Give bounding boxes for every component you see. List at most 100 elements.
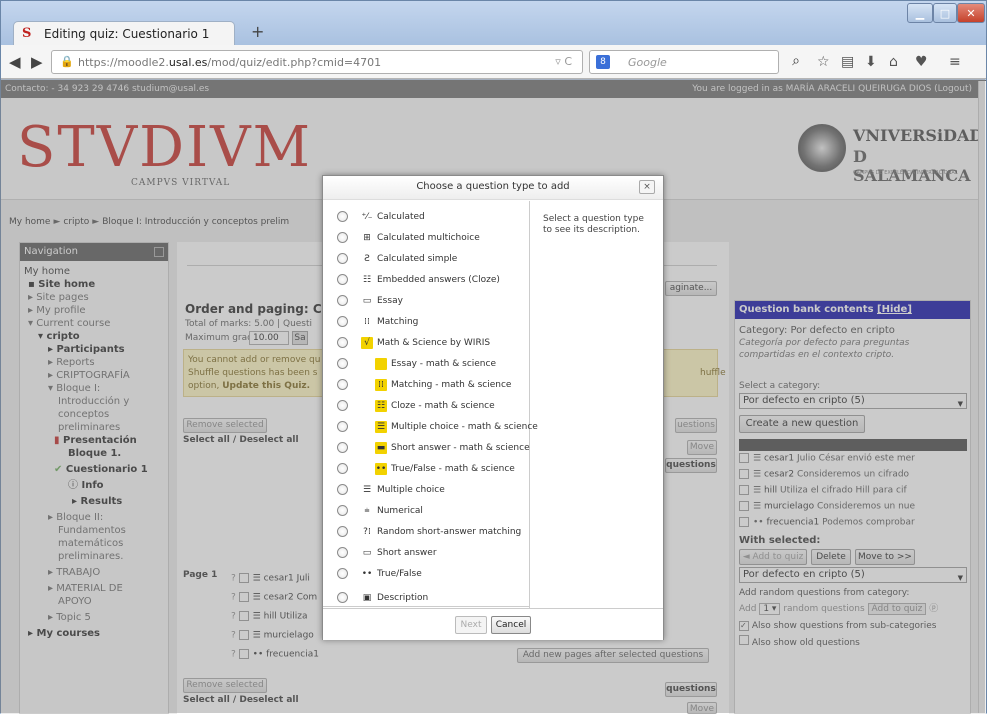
radio-button[interactable] xyxy=(337,442,348,453)
option-label: Matching - math & science xyxy=(391,380,512,390)
next-button[interactable]: Next xyxy=(455,616,487,634)
bookmark-star-icon[interactable]: ☆ xyxy=(817,54,830,70)
home-icon[interactable]: ⌂ xyxy=(889,54,898,70)
option-label: Cloze - math & science xyxy=(391,401,495,411)
option-label: Matching xyxy=(377,317,419,327)
question-type-option[interactable]: ▭ Essay xyxy=(323,291,530,312)
radio-button[interactable] xyxy=(337,592,348,603)
radio-button[interactable] xyxy=(337,232,348,243)
cloze-icon: ☷ xyxy=(362,275,372,285)
radio-button[interactable] xyxy=(337,505,348,516)
radio-button[interactable] xyxy=(337,547,348,558)
forward-arrow-icon[interactable]: ▶ xyxy=(31,53,43,71)
tab-title: Editing quiz: Cuestionario 1 xyxy=(44,26,210,41)
new-tab-icon[interactable]: + xyxy=(251,22,264,41)
question-type-option[interactable]: ⁺⁄₋ Calculated xyxy=(323,207,530,228)
question-type-option[interactable]: ⁞⁞ Matching - math & science xyxy=(323,375,530,396)
option-label: True/False xyxy=(377,569,422,579)
option-label: Essay xyxy=(377,296,403,306)
studium-favicon-icon: S xyxy=(22,25,32,41)
description-icon: ▣ xyxy=(362,593,372,603)
radio-button[interactable] xyxy=(337,337,348,348)
shortanswer-ms-icon: ▬ xyxy=(375,442,387,454)
url-prefix: https://moodle2. xyxy=(78,56,169,69)
question-type-option[interactable]: ?⁞ Random short-answer matching xyxy=(323,522,530,543)
reading-list-icon[interactable]: ▤ xyxy=(841,54,854,70)
close-icon[interactable]: × xyxy=(639,180,655,194)
back-arrow-icon[interactable]: ◀ xyxy=(9,53,21,71)
question-type-option[interactable]: Essay - math & science xyxy=(323,354,530,375)
radio-button[interactable] xyxy=(337,379,348,390)
cloze-ms-icon: ☷ xyxy=(375,400,387,412)
essay-icon: ▭ xyxy=(362,296,372,306)
question-type-option[interactable]: ☰ Multiple choice xyxy=(323,480,530,501)
menu-icon[interactable]: ≡ xyxy=(949,54,961,70)
reload-icon[interactable]: ▿ C xyxy=(555,55,572,68)
radio-button[interactable] xyxy=(337,211,348,222)
radio-button[interactable] xyxy=(337,358,348,369)
radio-button[interactable] xyxy=(337,274,348,285)
option-label: Essay - math & science xyxy=(391,359,496,369)
wiris-icon: √ xyxy=(361,337,373,349)
question-type-option[interactable]: ☷ Cloze - math & science xyxy=(323,396,530,417)
browser-tab[interactable]: S Editing quiz: Cuestionario 1 xyxy=(13,21,235,45)
url-domain: usal.es xyxy=(168,56,208,69)
question-type-option[interactable]: ▬ Short answer - math & science xyxy=(323,438,530,459)
question-type-option[interactable]: ▭ Short answer xyxy=(323,543,530,564)
numerical-icon: ⩧ xyxy=(364,506,370,516)
url-bar[interactable]: 🔒 https://moodle2.usal.es/mod/quiz/edit.… xyxy=(51,50,583,74)
calculated-multichoice-icon: ⊞ xyxy=(363,233,371,243)
matching-ms-icon: ⁞⁞ xyxy=(375,379,387,391)
search-bar[interactable]: 8 Google ⌕ xyxy=(589,50,800,74)
dialog-footer: Next Cancel xyxy=(323,608,663,640)
question-type-option[interactable]: ⊞ Calculated multichoice xyxy=(323,228,530,249)
download-icon[interactable]: ⬇ xyxy=(865,54,877,70)
question-type-option[interactable]: Ƨ Calculated simple xyxy=(323,249,530,270)
question-type-option[interactable]: ⁞⁞ Matching xyxy=(323,312,530,333)
addon-icon[interactable]: ♥ xyxy=(915,54,928,70)
question-type-list: ⁺⁄₋ Calculated ⊞ Calculated multichoice Ƨ Cal… xyxy=(323,201,538,609)
radio-button[interactable] xyxy=(337,463,348,474)
radio-button[interactable] xyxy=(337,400,348,411)
google-plus-icon: 8 xyxy=(596,55,610,69)
lock-icon: 🔒 xyxy=(60,55,74,68)
essay-ms-icon xyxy=(375,358,387,370)
calculated-simple-icon: Ƨ xyxy=(364,254,370,264)
option-label: Description xyxy=(377,593,429,603)
search-icon[interactable]: ⌕ xyxy=(792,53,800,69)
option-label: Calculated simple xyxy=(377,254,458,264)
radio-button[interactable] xyxy=(337,253,348,264)
option-label: Short answer - math & science xyxy=(391,443,530,453)
question-type-option[interactable]: ☷ Embedded answers (Cloze) xyxy=(323,270,530,291)
radio-button[interactable] xyxy=(337,484,348,495)
dialog-header: Choose a question type to add × xyxy=(323,176,663,200)
radio-button[interactable] xyxy=(337,568,348,579)
option-label: Multiple choice - math & science xyxy=(391,422,538,432)
question-type-option[interactable]: •• True/False xyxy=(323,564,530,585)
radio-button[interactable] xyxy=(337,526,348,537)
shortanswer-icon: ▭ xyxy=(362,548,372,558)
option-label: True/False - math & science xyxy=(391,464,515,474)
random-matching-icon: ?⁞ xyxy=(363,527,371,537)
cancel-button[interactable]: Cancel xyxy=(491,616,531,634)
radio-button[interactable] xyxy=(337,295,348,306)
option-label: Short answer xyxy=(377,548,437,558)
question-type-option[interactable]: •• True/False - math & science xyxy=(323,459,530,480)
multichoice-icon: ☰ xyxy=(362,485,372,495)
maximize-button[interactable]: □ xyxy=(933,3,957,23)
url-path: /mod/quiz/edit.php?cmid=4701 xyxy=(207,56,382,69)
search-placeholder: Google xyxy=(628,56,667,69)
browser-navbar: ◀ ▶ 🔒 https://moodle2.usal.es/mod/quiz/e… xyxy=(1,45,986,79)
radio-button[interactable] xyxy=(337,421,348,432)
question-type-option[interactable]: ☰ Multiple choice - math & science xyxy=(323,417,538,438)
question-type-option[interactable]: √ Math & Science by WIRIS xyxy=(323,333,530,354)
question-type-option[interactable]: ▣ Description xyxy=(323,588,530,609)
radio-button[interactable] xyxy=(337,316,348,327)
option-label: Calculated multichoice xyxy=(377,233,480,243)
option-label: Multiple choice xyxy=(377,485,445,495)
matching-icon: ⁞⁞ xyxy=(364,317,370,327)
question-type-option[interactable]: ⩧ Numerical xyxy=(323,501,530,522)
close-window-button[interactable]: ✕ xyxy=(957,3,985,23)
option-label: Math & Science by WIRIS xyxy=(377,338,491,348)
minimize-button[interactable]: ▁ xyxy=(907,3,933,23)
